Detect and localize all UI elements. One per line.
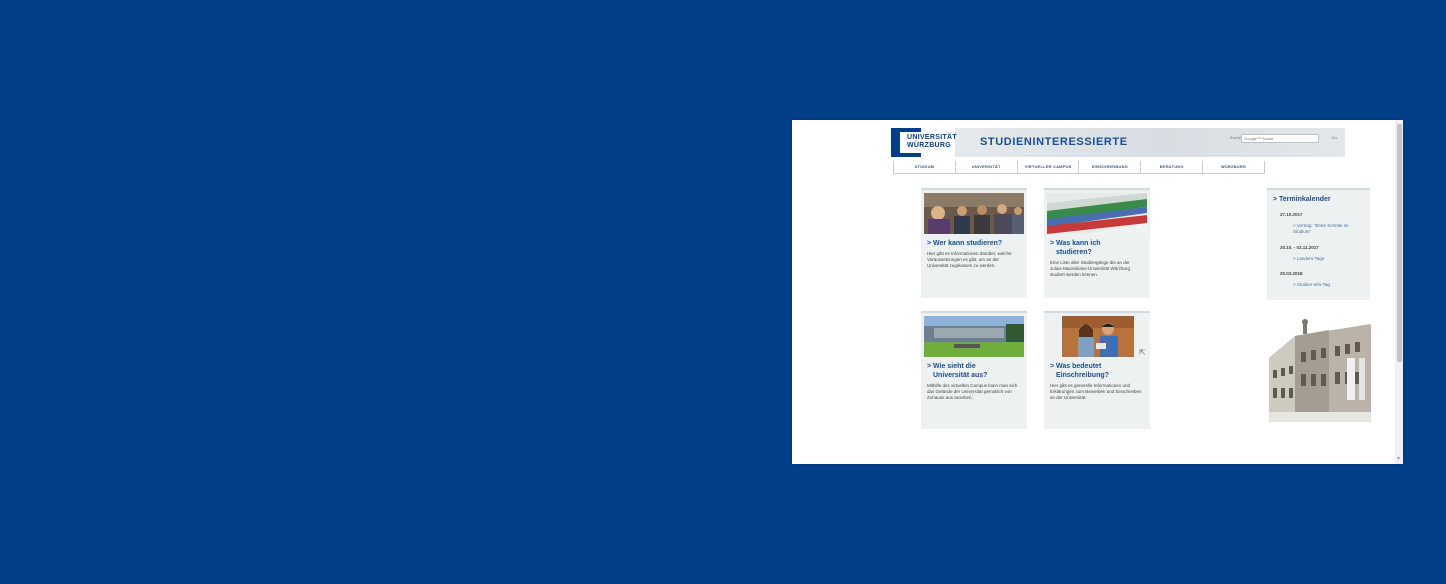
card-heading[interactable]: > Was bedeutet <box>1050 362 1146 371</box>
search-input[interactable] <box>1241 134 1319 143</box>
nav-item-beratung[interactable]: BERATUNG <box>1141 161 1204 173</box>
scroll-down-arrow-icon[interactable]: ▾ <box>1397 456 1402 462</box>
logo-text-line1: UNIVERSITÄT <box>907 134 957 141</box>
calendar-title[interactable]: > Terminkalender <box>1273 196 1331 203</box>
card-heading[interactable]: > Wer kann studieren? <box>927 239 1023 248</box>
card-wie-sieht-die-universitaet-aus[interactable]: > Wie sieht die Universität aus? Mithilf… <box>921 311 1027 429</box>
calendar-event-link[interactable]: > Studien-Info-Tag <box>1293 282 1365 288</box>
students-photo <box>1062 316 1134 357</box>
terminkalender-box: > Terminkalender 27.10.2017 > Vortrag: "… <box>1267 188 1370 300</box>
card-was-kann-ich-studieren[interactable]: > Was kann ich studieren? Eine Liste all… <box>1044 188 1150 298</box>
site-title: STUDIENINTERESSIERTE <box>980 136 1128 148</box>
university-site: UNIVERSITÄT WÜRZBURG STUDIENINTERESSIERT… <box>891 128 1371 429</box>
main-nav: STUDIUM UNIVERSITÄT VIRTUELLER CAMPUS EI… <box>893 161 1265 174</box>
search-go-button[interactable]: Go <box>1332 134 1337 142</box>
card-heading[interactable]: > Wie sieht die <box>927 362 1023 371</box>
card-heading-line2[interactable]: Universität aus? <box>933 371 1029 380</box>
nav-item-universitaet[interactable]: UNIVERSITÄT <box>956 161 1018 173</box>
nav-item-einschreibung[interactable]: EINSCHREIBUNG <box>1079 161 1142 173</box>
site-header: UNIVERSITÄT WÜRZBURG STUDIENINTERESSIERT… <box>891 128 1345 157</box>
logo-bar-bottom <box>891 153 921 157</box>
nav-item-studium[interactable]: STUDIUM <box>893 161 956 173</box>
lecture-hall-photo <box>924 193 1024 234</box>
logo-bar-top <box>891 128 921 132</box>
calendar-date: 27.10.2017 <box>1280 212 1303 217</box>
card-heading-line2[interactable]: studieren? <box>1056 248 1152 257</box>
scrollbar-thumb[interactable] <box>1397 124 1402 362</box>
card-was-bedeutet-einschreibung[interactable]: > Was bedeutet Einschreibung? Hier gibt … <box>1044 311 1150 429</box>
calendar-date: 20.02.2018 <box>1280 271 1303 276</box>
calendar-event-link[interactable]: > Landers-Tage <box>1293 256 1365 262</box>
card-description: Hier gibt es Informationen darüber, welc… <box>927 251 1012 268</box>
vertical-scrollbar[interactable]: ▾ <box>1395 120 1403 464</box>
browser-window: UNIVERSITÄT WÜRZBURG STUDIENINTERESSIERT… <box>792 120 1403 464</box>
calendar-event-link[interactable]: > Vortrag: "Erste Schritte im Studium" <box>1293 223 1365 235</box>
university-logo[interactable]: UNIVERSITÄT WÜRZBURG <box>891 128 957 157</box>
campus-photo <box>924 316 1024 357</box>
logo-text-line2: WÜRZBURG <box>907 142 952 149</box>
calendar-date: 30.10. - 03.11.2017 <box>1280 245 1319 250</box>
card-wer-kann-studieren[interactable]: > Wer kann studieren? Hier gibt es Infor… <box>921 188 1027 298</box>
card-description: Eine Liste aller Studiengänge die an der… <box>1050 260 1131 277</box>
books-photo <box>1047 193 1147 234</box>
mouse-cursor-icon: ⇱ <box>1139 348 1146 357</box>
card-description: Hier gibt es generelle Informationen und… <box>1050 383 1142 400</box>
card-description: Mithilfe des virtuellen Campus kann man … <box>927 383 1018 400</box>
nav-item-virtueller-campus[interactable]: VIRTUELLER CAMPUS <box>1018 161 1080 173</box>
nav-item-wuerzburg[interactable]: WÜRZBURG <box>1203 161 1265 173</box>
card-heading[interactable]: > Was kann ich <box>1050 239 1146 248</box>
card-heading-line2[interactable]: Einschreibung? <box>1056 371 1152 380</box>
search-label: Suche <box>1229 135 1241 140</box>
university-building-image <box>1269 318 1371 422</box>
